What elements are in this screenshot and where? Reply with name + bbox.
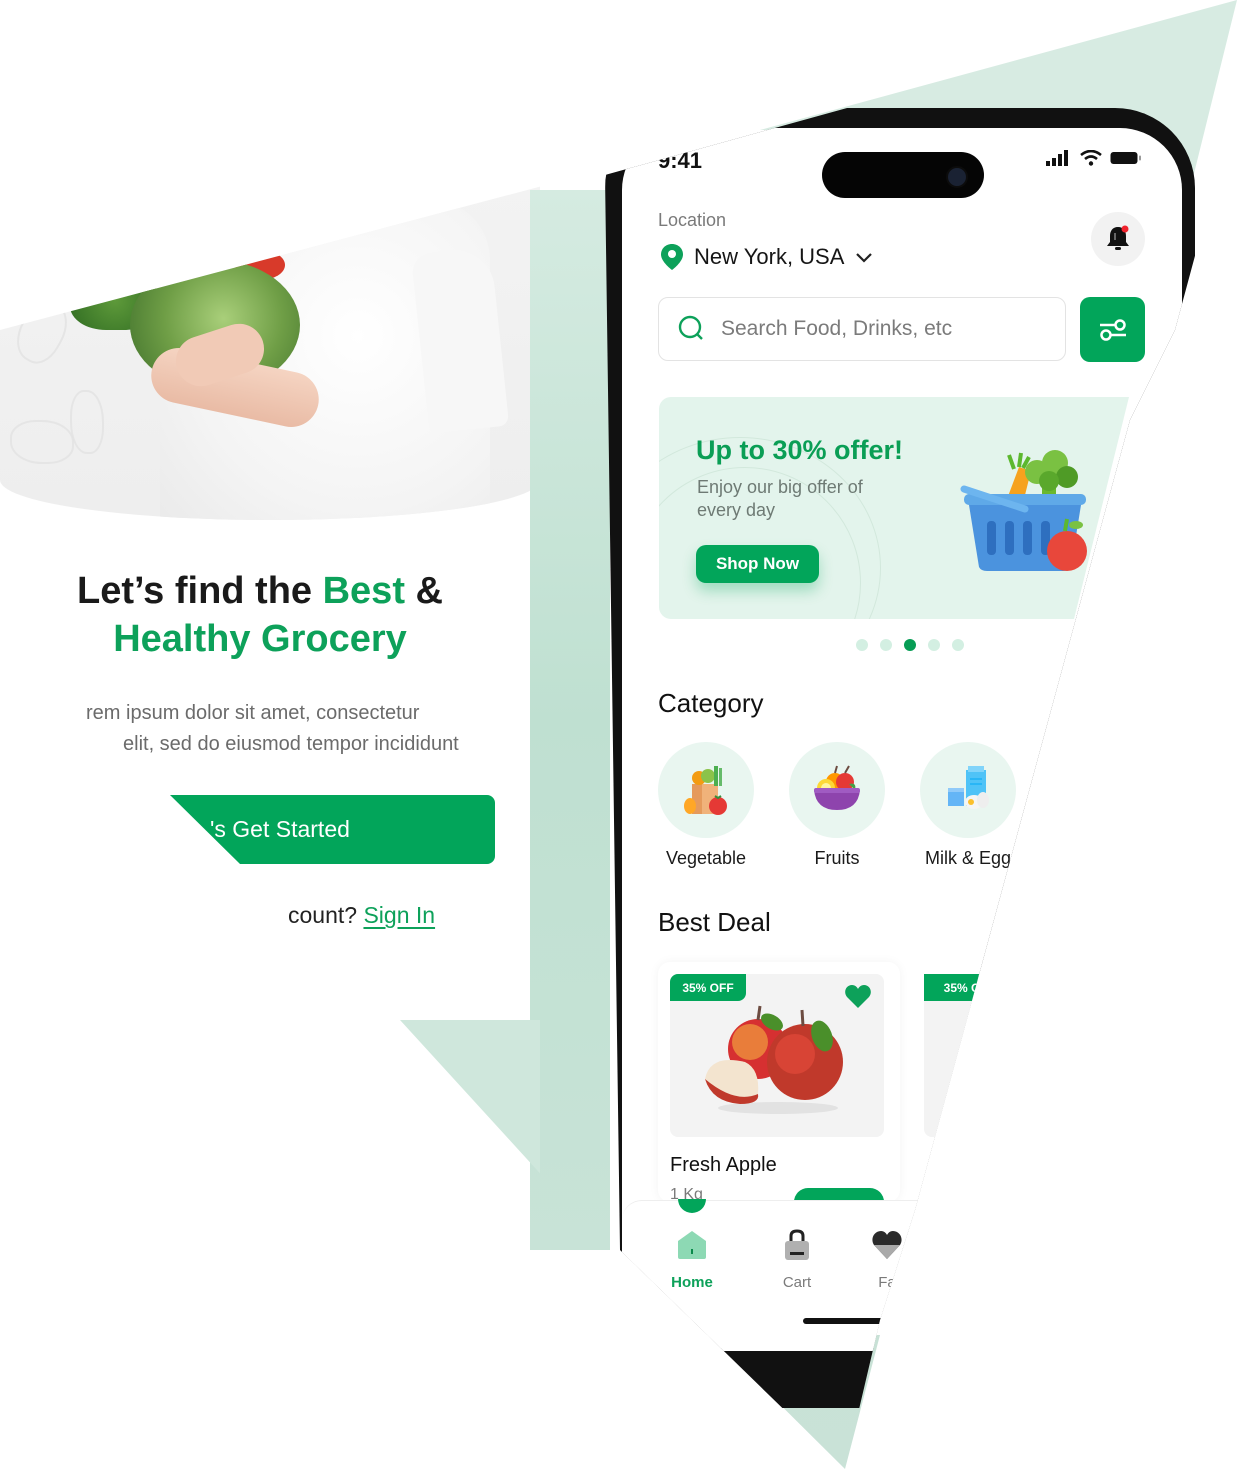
category-milk-egg[interactable]: Milk & Egg	[920, 742, 1016, 869]
best-deal-title: Best Deal	[658, 907, 771, 937]
body-text-line-1: rem ipsum dolor sit amet, consectetur	[86, 702, 420, 724]
cart-bag-icon	[785, 1229, 809, 1260]
active-tab-indicator	[678, 1199, 706, 1213]
status-icons	[1046, 150, 1142, 166]
wifi-icon	[1080, 150, 1102, 166]
headline-text-end: &	[404, 570, 443, 612]
tab-favorite[interactable]: Fa	[862, 1229, 912, 1291]
filter-button[interactable]	[1080, 297, 1145, 362]
home-indicator	[803, 1318, 893, 1324]
tab-label: Home	[671, 1274, 713, 1291]
location-selector[interactable]: New York, USA	[660, 243, 874, 271]
search-input[interactable]	[719, 316, 1053, 342]
fruit-bowl-icon	[814, 765, 860, 810]
bottom-tab-bar: Home Cart Fa	[622, 1199, 922, 1351]
search-icon	[678, 315, 703, 340]
headline-line-2: Healthy Grocery	[113, 618, 407, 660]
apple-image	[705, 1005, 843, 1114]
promo-banner[interactable]: Up to 30% offer! Enjoy our big offer of …	[659, 397, 1129, 619]
product-card[interactable]: 35% OFF Fresh Apple 1 Kg	[658, 962, 900, 1218]
product-image: 35% OFF	[670, 974, 884, 1137]
location-value: New York, USA	[694, 244, 845, 269]
headline-text: Let’s find the	[77, 570, 323, 612]
category-fruits[interactable]: Fruits	[789, 742, 885, 869]
carousel-dot[interactable]	[880, 639, 892, 651]
tab-home[interactable]: Home	[662, 1229, 722, 1291]
doodle-peanut-icon	[6, 293, 78, 371]
carousel-indicator	[856, 639, 964, 651]
location-label: Location	[658, 210, 727, 230]
get-started-label: 's Get Started	[210, 816, 350, 842]
notification-badge	[1121, 225, 1129, 233]
vegetable-bag-icon	[684, 766, 727, 815]
sign-in-link[interactable]: Sign In	[363, 902, 435, 928]
doodle-cucumber-icon	[70, 390, 104, 454]
banner-subtitle: Enjoy our big offer of every day	[697, 477, 863, 520]
discount-badge: 35% O	[924, 974, 982, 1001]
home-icon	[678, 1231, 706, 1259]
category-title: Category	[658, 688, 764, 718]
camera-icon	[946, 166, 968, 188]
shop-now-button[interactable]: Shop Now	[696, 545, 819, 583]
doodle-shrimp-icon	[10, 420, 74, 464]
product-name: Fresh Apple	[670, 1154, 777, 1176]
filter-sliders-icon	[1099, 318, 1126, 341]
notification-button[interactable]	[1091, 212, 1145, 266]
banner-title: Up to 30% offer!	[696, 435, 904, 465]
tab-cart[interactable]: Cart	[767, 1229, 827, 1291]
category-vegetable[interactable]: Vegetable	[658, 742, 754, 869]
headline-highlight: Best	[322, 570, 405, 612]
carousel-dot[interactable]	[952, 639, 964, 651]
orange-image	[964, 1034, 982, 1074]
favorite-icon	[872, 1231, 902, 1259]
dynamic-island	[822, 152, 984, 198]
category-label: Fruits	[814, 848, 860, 868]
hero-photo	[0, 180, 540, 520]
grocery-basket-icon	[960, 450, 1087, 571]
tab-label: Cart	[782, 1274, 812, 1291]
status-time: 9:41	[658, 148, 703, 173]
carousel-dot-active[interactable]	[904, 639, 916, 651]
category-label: Vegetable	[665, 848, 747, 868]
signin-row: count? Sign In	[288, 902, 435, 929]
search-bar[interactable]	[658, 297, 1066, 361]
chevron-down-icon	[856, 253, 873, 263]
product-card[interactable]: 35% O	[912, 962, 982, 1202]
carousel-dot[interactable]	[928, 639, 940, 651]
background-mint-strip	[530, 190, 610, 1250]
battery-icon	[1110, 152, 1141, 164]
tab-label: Fa	[878, 1274, 896, 1291]
get-started-button[interactable]: 's Get Started	[170, 795, 495, 864]
milk-egg-icon	[948, 766, 989, 809]
body-text-line-2: elit, sed do eiusmod tempor incididunt	[123, 733, 459, 755]
signal-icon	[1046, 150, 1068, 166]
bell-icon	[1107, 225, 1129, 250]
carousel-dot[interactable]	[856, 639, 868, 651]
signin-prompt: count?	[288, 902, 358, 928]
product-image: 35% O	[924, 974, 982, 1137]
headline-line-1: Let’s find the Best &	[0, 567, 520, 615]
discount-badge: 35% OFF	[670, 974, 746, 1001]
location-pin-icon	[661, 244, 683, 270]
category-label: Milk & Egg	[924, 848, 1012, 868]
